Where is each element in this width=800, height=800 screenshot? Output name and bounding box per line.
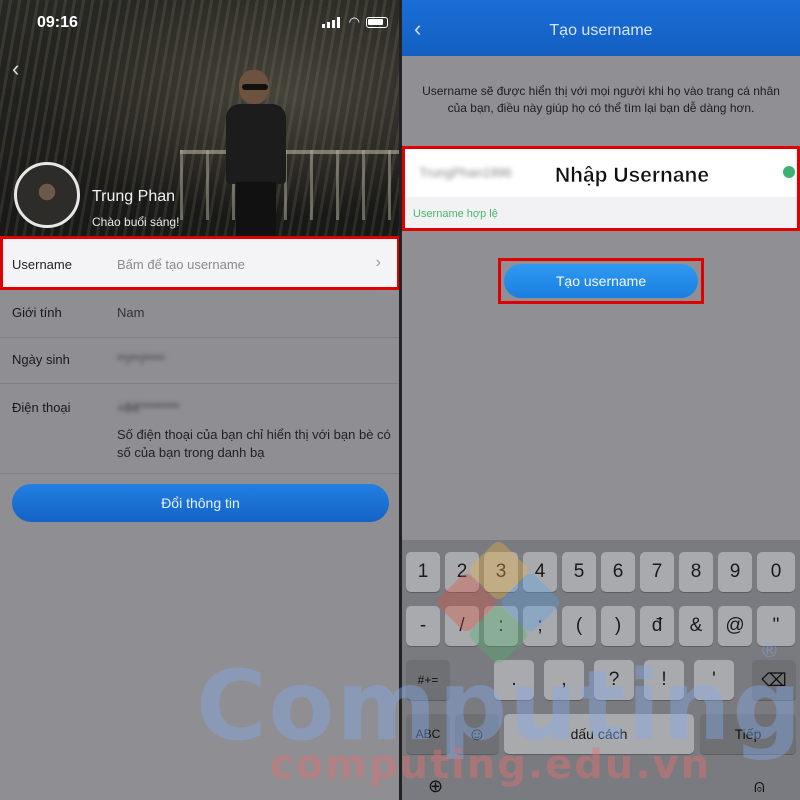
update-info-button[interactable]: Đổi thông tin: [12, 484, 389, 522]
watermark-url: computing.edu.vn: [270, 742, 712, 788]
key[interactable]: (: [562, 606, 596, 646]
username-label: Username: [12, 257, 72, 272]
key[interactable]: @: [718, 606, 752, 646]
key[interactable]: -: [406, 606, 440, 646]
validation-message: Username hợp lệ: [413, 208, 498, 220]
status-time: 09:16: [37, 14, 78, 31]
username-value: Bấm để tạo username: [117, 257, 245, 272]
chevron-right-icon: ›: [375, 254, 381, 271]
profile-name: Trung Phan: [92, 188, 176, 205]
key[interactable]: 1: [406, 552, 440, 592]
gender-row: Giới tính Nam: [0, 290, 400, 338]
create-username-button[interactable]: Tạo username: [504, 264, 698, 298]
phone-row: Điện thoại +84******** Số điện thoại của…: [0, 384, 400, 474]
username-description: Username sẽ được hiển thị với mọi người …: [422, 84, 780, 115]
gender-value: Nam: [117, 305, 145, 320]
phone-value: +84********: [117, 400, 180, 415]
profile-info-list: Username Bấm để tạo username ›: [0, 236, 400, 290]
key[interactable]: 9: [718, 552, 752, 592]
greeting-text: Chào buổi sáng!: [92, 215, 180, 229]
nav-bar: ‹ Tạo username: [402, 0, 800, 56]
username-input-value: TrungPhan1996: [419, 165, 512, 180]
username-input-box: TrungPhan1996 Nhập Usernane Username hợp…: [402, 146, 800, 231]
microphone-icon[interactable]: ⍝: [754, 776, 765, 797]
avatar[interactable]: [14, 162, 80, 228]
wifi-icon: ◠: [348, 14, 360, 29]
key[interactable]: 6: [601, 552, 635, 592]
screenshot-frame: 09:16 ◠ ‹ Trung Phan Chào buổi sáng! Use…: [0, 0, 800, 800]
key[interactable]: đ: [640, 606, 674, 646]
birthday-value: **/**/****: [117, 352, 165, 367]
create-button-highlight: Tạo username: [498, 258, 704, 304]
username-row[interactable]: Username Bấm để tạo username ›: [0, 236, 400, 290]
key[interactable]: 8: [679, 552, 713, 592]
key[interactable]: &: [679, 606, 713, 646]
battery-icon: [366, 17, 388, 28]
birthday-label: Ngày sinh: [12, 352, 70, 367]
key[interactable]: 7: [640, 552, 674, 592]
annotation-label: Nhập Usernane: [555, 164, 710, 188]
status-bar: 09:16 ◠: [0, 0, 400, 40]
cover-person: [222, 70, 292, 236]
key[interactable]: ): [601, 606, 635, 646]
back-chevron-icon[interactable]: ‹: [12, 56, 19, 82]
page-title: Tạo username: [549, 22, 653, 39]
signal-icon: [322, 17, 340, 28]
gender-label: Giới tính: [12, 305, 62, 320]
username-input[interactable]: TrungPhan1996 Nhập Usernane: [405, 149, 797, 197]
watermark-registered: ®: [762, 640, 777, 662]
key[interactable]: 0: [757, 552, 795, 592]
phone-label: Điện thoại: [12, 400, 71, 415]
watermark-logo: [434, 538, 563, 667]
birthday-row: Ngày sinh **/**/****: [0, 338, 400, 384]
key[interactable]: 5: [562, 552, 596, 592]
check-icon: [783, 166, 795, 178]
phone-privacy-note: Số điện thoại của bạn chỉ hiển thị với b…: [117, 427, 391, 460]
